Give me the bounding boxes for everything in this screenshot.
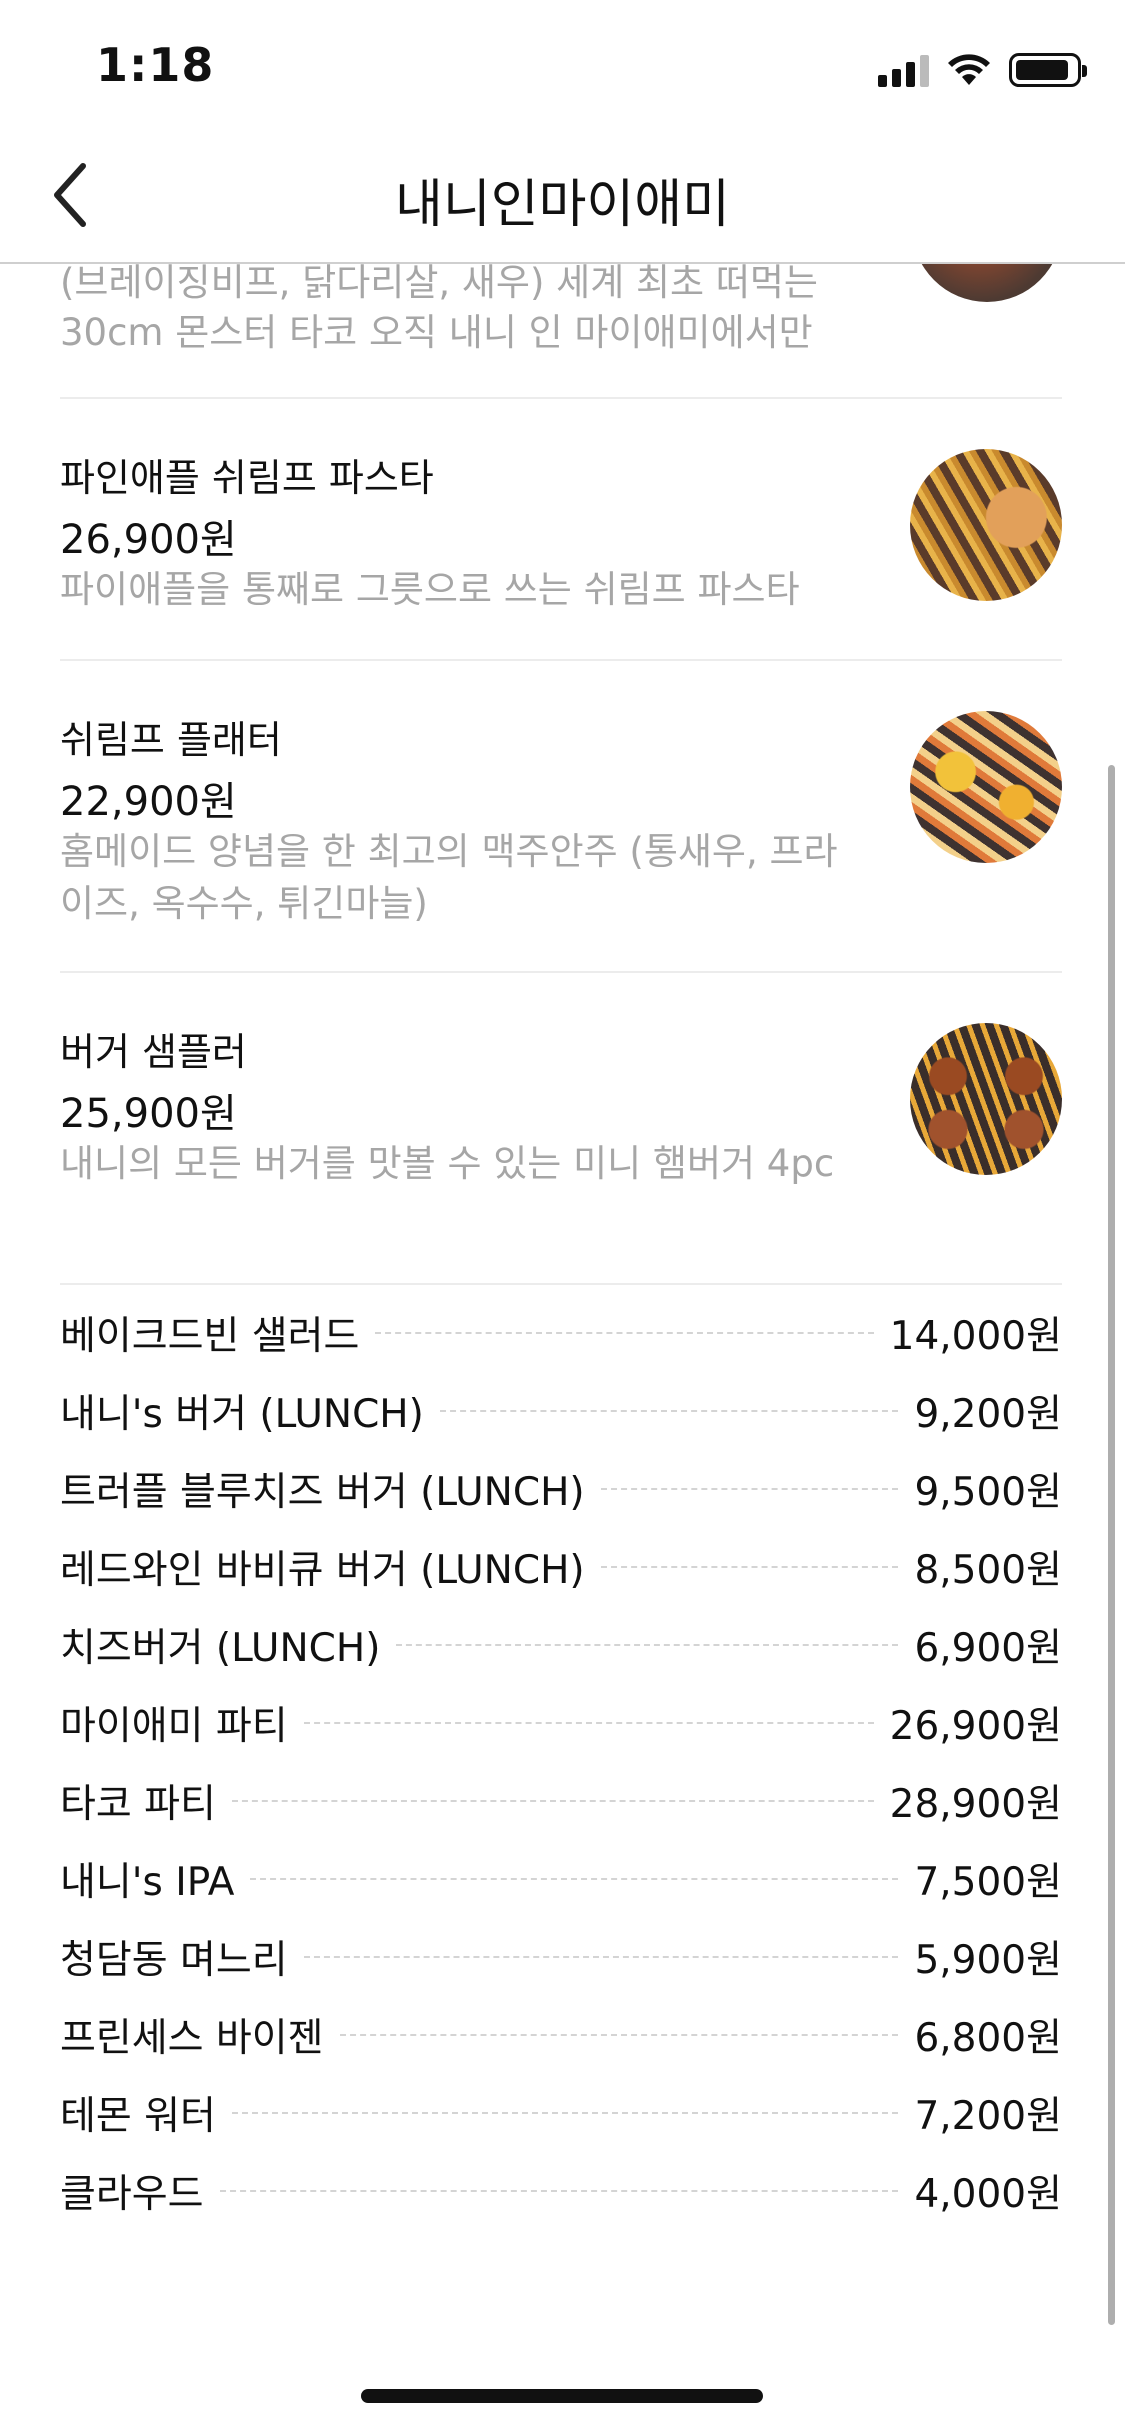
- dotted-leader: [250, 1878, 899, 1880]
- dotted-leader: [303, 1956, 899, 1958]
- scrollbar[interactable]: [1108, 765, 1115, 2325]
- price-list-item-price: 7,500원: [914, 1860, 1062, 1905]
- price-list-item-name: 트러플 블루치즈 버거 (LUNCH): [60, 1470, 585, 1515]
- status-icons: [878, 50, 1087, 90]
- dotted-leader: [439, 1410, 899, 1412]
- menu-list[interactable]: (브레이징비프, 닭다리살, 새우) 세계 최초 떠먹는 30cm 몬스터 타코…: [0, 262, 1125, 2372]
- cellular-signal-icon: [878, 53, 929, 87]
- dotted-leader: [231, 2112, 899, 2114]
- price-list-row[interactable]: 타코 파티 28,900원: [60, 1762, 1062, 1840]
- price-list-row[interactable]: 치즈버거 (LUNCH) 6,900원: [60, 1606, 1062, 1684]
- menu-item-price: 22,900원: [60, 779, 237, 825]
- price-list-item-name: 청담동 며느리: [60, 1938, 288, 1983]
- price-list-item-name: 프린세스 바이젠: [60, 2016, 324, 2061]
- menu-item-description: (브레이징비프, 닭다리살, 새우) 세계 최초 떠먹는 30cm 몬스터 타코…: [60, 262, 818, 354]
- home-indicator[interactable]: [361, 2389, 763, 2403]
- price-list-row[interactable]: 트러플 블루치즈 버거 (LUNCH) 9,500원: [60, 1450, 1062, 1528]
- price-list-row[interactable]: 클라우드 4,000원: [60, 2152, 1062, 2230]
- status-bar: 1:18: [0, 0, 1125, 132]
- price-list-item-name: 타코 파티: [60, 1782, 216, 1827]
- battery-icon: [1009, 53, 1087, 87]
- menu-item[interactable]: 쉬림프 플래터 22,900원 홈메이드 양념을 한 최고의 맥주안주 (통새우…: [60, 661, 1062, 973]
- price-list-row[interactable]: 테몬 워터 7,200원: [60, 2074, 1062, 2152]
- price-list-row[interactable]: 프린세스 바이젠 6,800원: [60, 1996, 1062, 2074]
- price-list-item-price: 28,900원: [889, 1782, 1062, 1827]
- price-list-item-price: 14,000원: [889, 1314, 1062, 1359]
- menu-item-photo: [910, 1023, 1062, 1175]
- price-list-row[interactable]: 마이애미 파티 26,900원: [60, 1684, 1062, 1762]
- dotted-leader: [375, 1332, 874, 1334]
- page-title: 내니인마이애미: [395, 175, 730, 235]
- menu-item-photo: [910, 449, 1062, 601]
- price-list-row[interactable]: 베이크드빈 샐러드 14,000원: [60, 1294, 1062, 1372]
- menu-item-description: 파이애플을 통째로 그릇으로 쓰는 쉬림프 파스타: [60, 568, 800, 611]
- price-list-row[interactable]: 내니's 버거 (LUNCH) 9,200원: [60, 1372, 1062, 1450]
- menu-item-name: 쉬림프 플래터: [60, 718, 282, 762]
- price-list-item-name: 내니's 버거 (LUNCH): [60, 1392, 424, 1437]
- status-time: 1:18: [96, 38, 215, 92]
- price-list-item-name: 레드와인 바비큐 버거 (LUNCH): [60, 1548, 585, 1593]
- price-list-item-name: 내니's IPA: [60, 1860, 235, 1905]
- dotted-leader: [231, 1800, 874, 1802]
- price-list-item-price: 6,800원: [914, 2016, 1062, 2061]
- dotted-leader: [339, 2034, 899, 2036]
- menu-item[interactable]: 파인애플 쉬림프 파스타 26,900원 파이애플을 통째로 그릇으로 쓰는 쉬…: [60, 399, 1062, 661]
- price-list-item-name: 베이크드빈 샐러드: [60, 1314, 360, 1359]
- price-list-row[interactable]: 청담동 며느리 5,900원: [60, 1918, 1062, 1996]
- price-list-item-price: 8,500원: [914, 1548, 1062, 1593]
- wifi-icon: [948, 54, 990, 85]
- menu-item-photo: [912, 262, 1062, 302]
- navigation-bar: 내니인마이애미: [0, 132, 1125, 264]
- dotted-leader: [219, 2190, 899, 2192]
- dotted-leader: [396, 1644, 899, 1646]
- price-list-item-price: 7,200원: [914, 2094, 1062, 2139]
- price-list: 베이크드빈 샐러드 14,000원 내니's 버거 (LUNCH) 9,200원…: [60, 1294, 1062, 2230]
- dotted-leader: [600, 1488, 899, 1490]
- menu-item-name: 파인애플 쉬림프 파스타: [60, 456, 434, 500]
- dotted-leader: [600, 1566, 899, 1568]
- price-list-item-name: 마이애미 파티: [60, 1704, 288, 1749]
- price-list-item-price: 9,500원: [914, 1470, 1062, 1515]
- menu-item-name: 버거 샘플러: [60, 1030, 247, 1074]
- price-list-item-name: 치즈버거 (LUNCH): [60, 1626, 381, 1671]
- menu-item-partial[interactable]: (브레이징비프, 닭다리살, 새우) 세계 최초 떠먹는 30cm 몬스터 타코…: [60, 262, 1062, 399]
- price-list-item-price: 9,200원: [914, 1392, 1062, 1437]
- menu-item-price: 25,900원: [60, 1091, 237, 1137]
- price-list-row[interactable]: 레드와인 바비큐 버거 (LUNCH) 8,500원: [60, 1528, 1062, 1606]
- menu-item-description: 내니의 모든 버거를 맛볼 수 있는 미니 햄버거 4pc: [60, 1142, 835, 1185]
- price-list-row[interactable]: 내니's IPA 7,500원: [60, 1840, 1062, 1918]
- price-list-item-price: 26,900원: [889, 1704, 1062, 1749]
- price-list-item-name: 테몬 워터: [60, 2094, 216, 2139]
- price-list-item-price: 6,900원: [914, 1626, 1062, 1671]
- price-list-item-price: 5,900원: [914, 1938, 1062, 1983]
- price-list-item-name: 클라우드: [60, 2172, 204, 2217]
- menu-item-price: 26,900원: [60, 517, 237, 563]
- menu-item-photo: [910, 711, 1062, 863]
- dotted-leader: [303, 1722, 874, 1724]
- menu-item-description: 홈메이드 양념을 한 최고의 맥주안주 (통새우, 프라이즈, 옥수수, 튀긴마…: [60, 830, 838, 925]
- price-list-item-price: 4,000원: [914, 2172, 1062, 2217]
- menu-item[interactable]: 버거 샘플러 25,900원 내니의 모든 버거를 맛볼 수 있는 미니 햄버거…: [60, 973, 1062, 1285]
